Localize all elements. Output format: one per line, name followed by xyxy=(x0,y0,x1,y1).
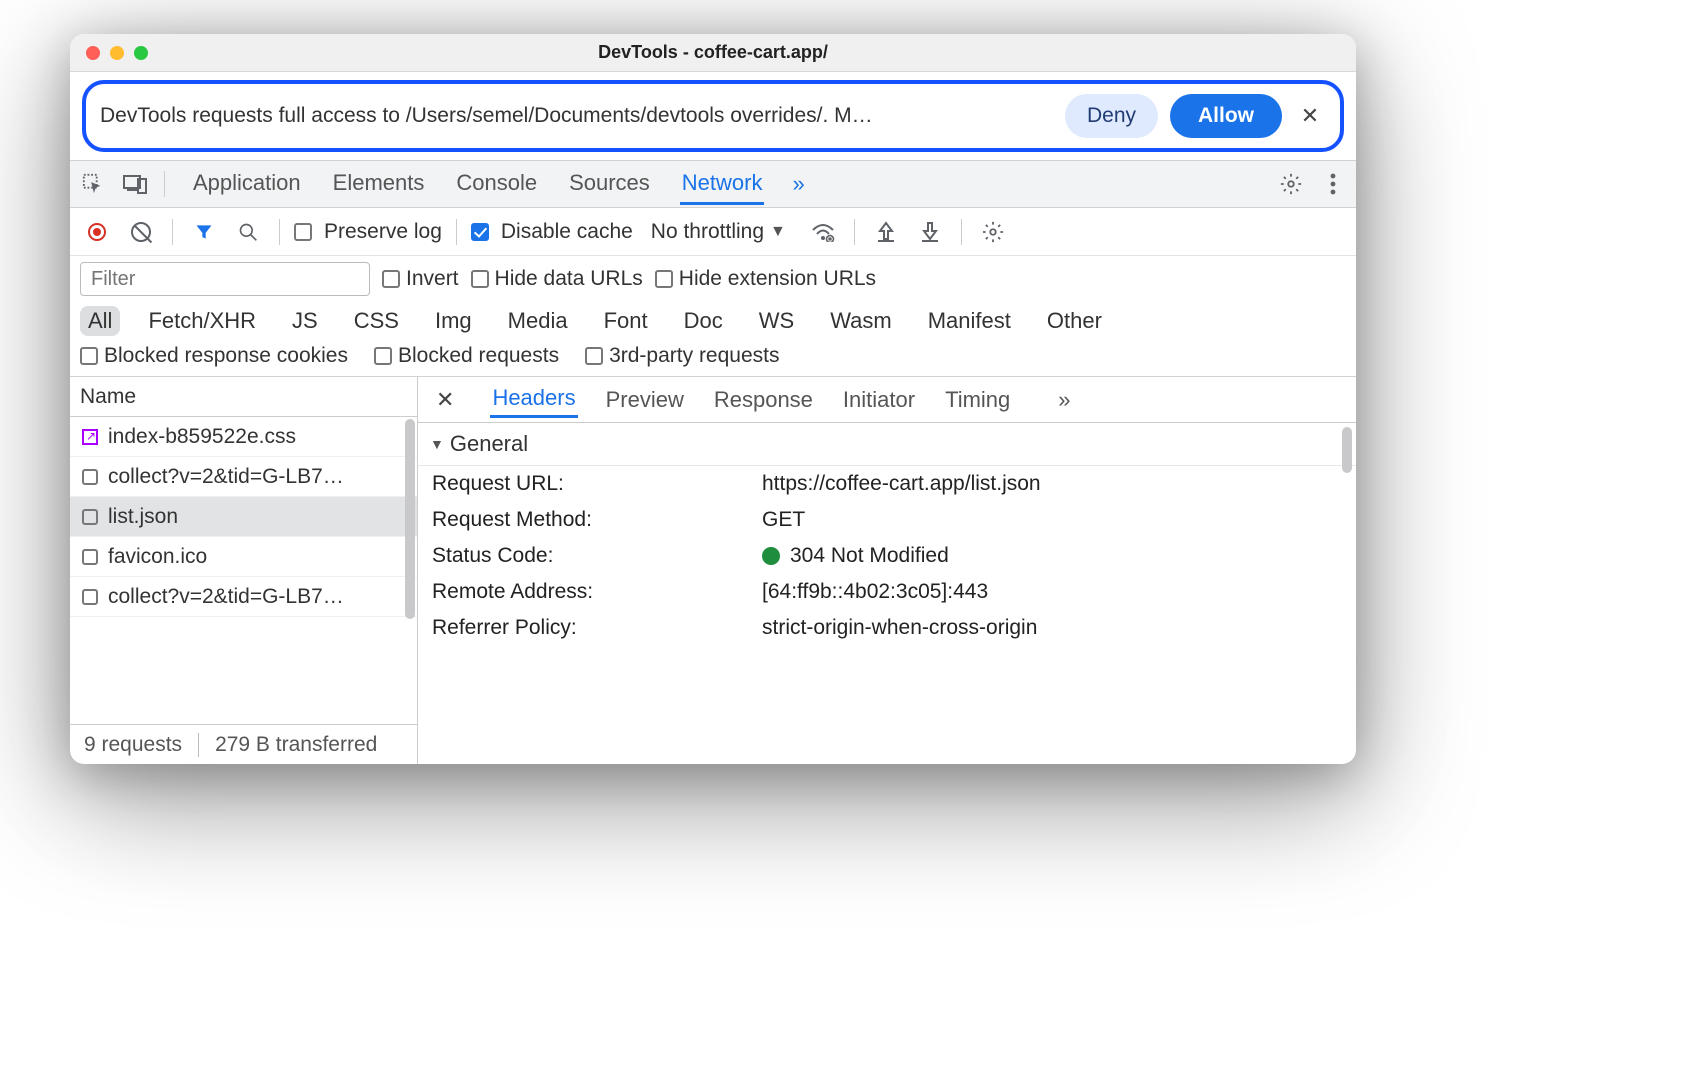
more-tabs-icon[interactable]: » xyxy=(792,171,804,197)
kv-remote-address: Remote Address:[64:ff9b::4b02:3c05]:443 xyxy=(418,574,1356,610)
settings-icon[interactable] xyxy=(1274,167,1308,201)
allow-button[interactable]: Allow xyxy=(1170,94,1282,138)
status-bar: 9 requests 279 B transferred xyxy=(70,724,417,764)
details-panel: ✕ Headers Preview Response Initiator Tim… xyxy=(418,377,1356,764)
kv-status-code: Status Code:304 Not Modified xyxy=(418,538,1356,574)
file-icon xyxy=(82,469,98,485)
deny-button[interactable]: Deny xyxy=(1065,94,1158,138)
panel-tabs-row: Application Elements Console Sources Net… xyxy=(70,160,1356,208)
type-doc[interactable]: Doc xyxy=(676,306,731,336)
tab-console[interactable]: Console xyxy=(454,164,539,205)
close-banner-icon[interactable]: ✕ xyxy=(1294,103,1326,129)
clear-button[interactable] xyxy=(124,215,158,249)
fullscreen-window-button[interactable] xyxy=(134,46,148,60)
blocked-requests-checkbox[interactable]: Blocked requests xyxy=(374,344,559,368)
type-media[interactable]: Media xyxy=(500,306,576,336)
filter-toggle-icon[interactable] xyxy=(187,215,221,249)
devtools-window: DevTools - coffee-cart.app/ DevTools req… xyxy=(70,34,1356,764)
file-icon xyxy=(82,509,98,525)
close-details-icon[interactable]: ✕ xyxy=(426,387,464,413)
tab-headers[interactable]: Headers xyxy=(490,381,577,418)
type-other[interactable]: Other xyxy=(1039,306,1110,336)
type-manifest[interactable]: Manifest xyxy=(920,306,1019,336)
permission-banner: DevTools requests full access to /Users/… xyxy=(82,80,1344,152)
name-column-header[interactable]: Name xyxy=(70,377,417,417)
extra-filters-row: Blocked response cookies Blocked request… xyxy=(70,342,1356,377)
tab-elements[interactable]: Elements xyxy=(331,164,427,205)
permission-text: DevTools requests full access to /Users/… xyxy=(100,104,1053,128)
network-conditions-icon[interactable] xyxy=(806,215,840,249)
kv-referrer-policy: Referrer Policy:strict-origin-when-cross… xyxy=(418,610,1356,646)
scrollbar-thumb[interactable] xyxy=(405,419,415,619)
request-row[interactable]: index-b859522e.css xyxy=(70,417,417,457)
device-toolbar-icon[interactable] xyxy=(118,167,152,201)
transferred-size: 279 B transferred xyxy=(198,733,377,757)
network-settings-icon[interactable] xyxy=(976,215,1010,249)
type-img[interactable]: Img xyxy=(427,306,480,336)
tab-response[interactable]: Response xyxy=(712,383,815,417)
tab-preview[interactable]: Preview xyxy=(604,383,686,417)
panel-tabs: Application Elements Console Sources Net… xyxy=(191,164,764,205)
tab-initiator[interactable]: Initiator xyxy=(841,383,917,417)
inspect-element-icon[interactable] xyxy=(76,167,110,201)
kv-request-method: Request Method:GET xyxy=(418,502,1356,538)
more-menu-icon[interactable] xyxy=(1316,167,1350,201)
network-toolbar: Preserve log Disable cache No throttling… xyxy=(70,208,1356,256)
override-icon xyxy=(82,429,98,445)
request-row[interactable]: favicon.ico xyxy=(70,537,417,577)
request-row[interactable]: collect?v=2&tid=G-LB7… xyxy=(70,577,417,617)
type-font[interactable]: Font xyxy=(596,306,656,336)
request-row-selected[interactable]: list.json xyxy=(70,497,417,537)
filter-input[interactable] xyxy=(80,262,370,296)
type-fetch[interactable]: Fetch/XHR xyxy=(140,306,264,336)
close-window-button[interactable] xyxy=(86,46,100,60)
requests-panel: Name index-b859522e.css collect?v=2&tid=… xyxy=(70,377,418,764)
file-icon xyxy=(82,549,98,565)
type-ws[interactable]: WS xyxy=(751,306,802,336)
throttling-select[interactable]: No throttling ▼ xyxy=(651,220,786,244)
third-party-checkbox[interactable]: 3rd-party requests xyxy=(585,344,779,368)
file-icon xyxy=(82,589,98,605)
preserve-log-checkbox[interactable]: Preserve log xyxy=(294,220,442,244)
request-row[interactable]: collect?v=2&tid=G-LB7… xyxy=(70,457,417,497)
upload-har-icon[interactable] xyxy=(869,215,903,249)
traffic-lights xyxy=(86,46,148,60)
blocked-cookies-checkbox[interactable]: Blocked response cookies xyxy=(80,344,348,368)
more-detail-tabs-icon[interactable]: » xyxy=(1058,387,1070,413)
minimize-window-button[interactable] xyxy=(110,46,124,60)
tab-application[interactable]: Application xyxy=(191,164,303,205)
general-section-header[interactable]: ▼ General xyxy=(418,423,1356,466)
tab-sources[interactable]: Sources xyxy=(567,164,652,205)
tab-network[interactable]: Network xyxy=(680,164,765,205)
type-css[interactable]: CSS xyxy=(346,306,407,336)
titlebar: DevTools - coffee-cart.app/ xyxy=(70,34,1356,72)
disable-cache-checkbox[interactable]: Disable cache xyxy=(471,220,633,244)
disclosure-triangle-icon: ▼ xyxy=(430,436,444,452)
requests-count: 9 requests xyxy=(84,733,182,757)
resource-type-filters: All Fetch/XHR JS CSS Img Media Font Doc … xyxy=(70,302,1356,342)
tab-timing[interactable]: Timing xyxy=(943,383,1012,417)
type-all[interactable]: All xyxy=(80,306,120,336)
detail-tabs: ✕ Headers Preview Response Initiator Tim… xyxy=(418,377,1356,423)
filter-row: Invert Hide data URLs Hide extension URL… xyxy=(70,256,1356,302)
status-ok-icon xyxy=(762,547,780,565)
kv-request-url: Request URL:https://coffee-cart.app/list… xyxy=(418,466,1356,502)
chevron-down-icon: ▼ xyxy=(770,223,786,241)
type-js[interactable]: JS xyxy=(284,306,326,336)
hide-extension-urls-checkbox[interactable]: Hide extension URLs xyxy=(655,267,876,291)
hide-data-urls-checkbox[interactable]: Hide data URLs xyxy=(471,267,643,291)
window-title: DevTools - coffee-cart.app/ xyxy=(70,42,1356,63)
scrollbar-thumb[interactable] xyxy=(1342,427,1352,473)
record-button[interactable] xyxy=(80,215,114,249)
download-har-icon[interactable] xyxy=(913,215,947,249)
type-wasm[interactable]: Wasm xyxy=(822,306,900,336)
requests-list: index-b859522e.css collect?v=2&tid=G-LB7… xyxy=(70,417,417,724)
search-icon[interactable] xyxy=(231,215,265,249)
invert-checkbox[interactable]: Invert xyxy=(382,267,459,291)
